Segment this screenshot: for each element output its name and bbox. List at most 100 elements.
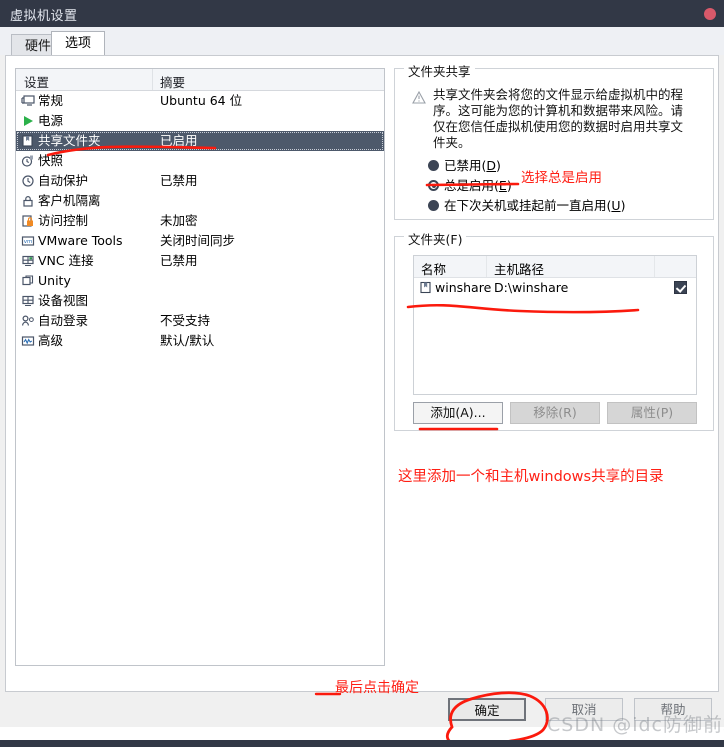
window-title: 虚拟机设置 [10, 9, 78, 24]
radio-until-shutdown-mnemonic: U [611, 198, 621, 213]
settings-list-header: 设置 摘要 [16, 69, 384, 91]
options-right-panel: 文件夹共享 共享文件夹会将您的文件显示给虚拟机中的程序。这可能为您的计算机和数据… [394, 61, 714, 431]
tab-options[interactable]: 选项 [51, 31, 106, 55]
tab-strip: 硬件 选项 [0, 27, 724, 55]
folder-row-host-path: D:\winshare [494, 280, 569, 295]
header-separator [152, 69, 153, 90]
remove-folder-button: 移除(R) [510, 402, 600, 424]
settings-row-power[interactable]: 电源 [16, 111, 384, 131]
folder-sharing-legend: 文件夹共享 [404, 61, 475, 80]
power-play-icon [21, 114, 35, 128]
svg-text:vm: vm [24, 239, 33, 245]
settings-row-autoprotect[interactable]: 自动保护 已禁用 [16, 171, 384, 191]
settings-row-summary: 已禁用 [160, 173, 198, 188]
folders-legend: 文件夹(F) [404, 229, 467, 248]
annotation-click-confirm: 最后点击确定 [335, 680, 419, 696]
ok-button[interactable]: 确定 [448, 698, 526, 721]
close-icon[interactable] [704, 8, 716, 20]
folders-column-host-path: 主机路径 [494, 262, 545, 277]
window-titlebar: 虚拟机设置 [0, 0, 724, 27]
settings-row-label: 共享文件夹 [38, 133, 101, 148]
radio-until-shutdown[interactable]: 在下次关机或挂起前一直启用(U) [428, 197, 625, 214]
tab-options-label: 选项 [65, 36, 92, 51]
settings-row-vmware-tools[interactable]: vm VMware Tools 关闭时间同步 [16, 231, 384, 251]
radio-disabled[interactable]: 已禁用(D) [428, 157, 501, 174]
radio-button-icon [428, 180, 439, 191]
settings-row-summary: 已禁用 [160, 253, 198, 268]
folders-table[interactable]: 名称 主机路径 winshare D:\winshare [413, 255, 697, 395]
radio-always-enabled-mnemonic: E [498, 178, 507, 193]
settings-row-snapshot[interactable]: 快照 [16, 151, 384, 171]
annotation-add-shared-directory: 这里添加一个和主机windows共享的目录 [398, 469, 664, 485]
settings-row-label: 快照 [38, 153, 64, 168]
folder-row-name: winshare [435, 280, 492, 295]
settings-row-unity[interactable]: Unity [16, 271, 384, 291]
column-header-summary: 摘要 [160, 75, 186, 90]
table-separator [486, 256, 487, 277]
settings-row-auto-login[interactable]: 自动登录 不受支持 [16, 311, 384, 331]
tab-hardware-label: 硬件 [25, 39, 52, 54]
settings-list[interactable]: 设置 摘要 常规 Ubuntu 64 位 电源 共享文件夹 已启用 快照 自动保… [15, 68, 385, 666]
settings-row-summary: 关闭时间同步 [160, 233, 236, 248]
settings-dialog: 硬件 选项 设置 摘要 常规 Ubuntu 64 位 电源 共享文件夹 已启用 … [0, 27, 724, 727]
folder-sharing-group: 文件夹共享 共享文件夹会将您的文件显示给虚拟机中的程序。这可能为您的计算机和数据… [394, 61, 714, 220]
settings-row-summary: 不受支持 [160, 313, 211, 328]
settings-row-label: 自动登录 [38, 313, 89, 328]
folders-group: 文件夹(F) 名称 主机路径 winshare D:\winshare 添加(A… [394, 229, 714, 431]
settings-row-device-view[interactable]: 设备视图 [16, 291, 384, 311]
column-header-setting: 设置 [24, 75, 50, 90]
csdn-watermark: CSDN @idc防御前端 [547, 714, 724, 736]
radio-until-shutdown-label: 在下次关机或挂起前一直启用 [444, 198, 607, 213]
annotation-select-always-enable: 选择总是启用 [521, 170, 602, 186]
settings-row-label: 自动保护 [38, 173, 89, 188]
bottom-strip [0, 740, 724, 747]
advanced-icon [21, 334, 35, 348]
table-row[interactable]: winshare D:\winshare [414, 278, 696, 297]
folder-icon [21, 134, 35, 148]
folder-properties-button: 属性(P) [607, 402, 697, 424]
radio-always-enabled[interactable]: 总是启用(E) [428, 177, 512, 194]
radio-button-icon [428, 160, 439, 171]
radio-button-icon [428, 200, 439, 211]
settings-row-summary: 默认/默认 [160, 333, 215, 348]
table-separator [654, 256, 655, 277]
settings-row-label: 常规 [38, 93, 64, 108]
settings-row-label: 设备视图 [38, 293, 89, 308]
device-view-icon [21, 294, 35, 308]
folder-icon [420, 281, 432, 294]
folder-sharing-warning-text: 共享文件夹会将您的文件显示给虚拟机中的程序。这可能为您的计算机和数据带来风险。请… [433, 87, 684, 150]
radio-disabled-mnemonic: D [486, 158, 497, 173]
unity-icon [21, 274, 35, 288]
settings-row-label: Unity [38, 273, 71, 288]
folders-table-header: 名称 主机路径 [414, 256, 696, 278]
settings-row-label: 高级 [38, 333, 64, 348]
options-content-pane: 设置 摘要 常规 Ubuntu 64 位 电源 共享文件夹 已启用 快照 自动保… [5, 55, 719, 692]
settings-row-label: 客户机隔离 [38, 193, 101, 208]
folders-column-name: 名称 [421, 262, 447, 277]
settings-row-summary: 已启用 [160, 133, 198, 148]
settings-row-guest-isolation[interactable]: 客户机隔离 [16, 191, 384, 211]
radio-always-enabled-label: 总是启用 [444, 178, 495, 193]
settings-row-access-control[interactable]: 访问控制 未加密 [16, 211, 384, 231]
settings-row-summary: Ubuntu 64 位 [160, 93, 243, 108]
autoprotect-clock-icon [21, 174, 35, 188]
settings-row-advanced[interactable]: 高级 默认/默认 [16, 331, 384, 351]
access-control-icon [21, 214, 35, 228]
settings-row-general[interactable]: 常规 Ubuntu 64 位 [16, 91, 384, 111]
settings-row-label: 访问控制 [38, 213, 89, 228]
warning-triangle-icon [412, 90, 426, 104]
radio-disabled-label: 已禁用 [444, 158, 482, 173]
vmware-tools-icon: vm [21, 234, 35, 248]
add-folder-button[interactable]: 添加(A)... [413, 402, 503, 424]
lock-icon [21, 194, 35, 208]
vnc-icon [21, 254, 35, 268]
folder-row-enabled-checkbox[interactable] [674, 281, 687, 294]
auto-login-icon [21, 314, 35, 328]
settings-row-label: 电源 [38, 113, 64, 128]
snapshot-clock-icon [21, 154, 35, 168]
settings-row-vnc[interactable]: VNC 连接 已禁用 [16, 251, 384, 271]
settings-row-summary: 未加密 [160, 213, 198, 228]
settings-row-shared-folders[interactable]: 共享文件夹 已启用 [16, 131, 384, 151]
settings-row-label: VNC 连接 [38, 253, 94, 268]
settings-row-label: VMware Tools [38, 233, 123, 248]
